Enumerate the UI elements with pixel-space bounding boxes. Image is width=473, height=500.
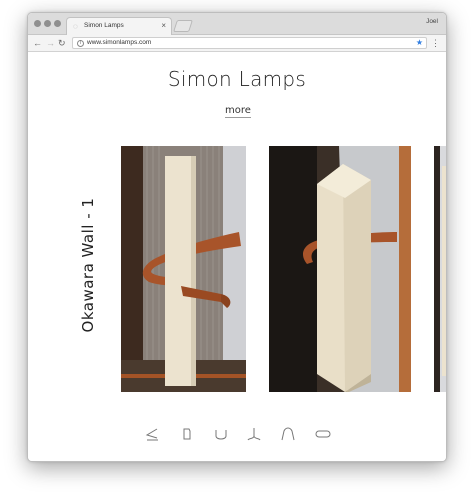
bookmark-star-icon[interactable]: ★ [416,38,423,48]
close-window-button[interactable] [34,20,41,27]
shape-icon-2[interactable] [181,426,193,442]
minimize-window-button[interactable] [44,20,51,27]
lamp-photo-angle[interactable] [269,146,411,392]
tab-simon-lamps[interactable]: ◌ Simon Lamps × [66,17,172,35]
address-bar[interactable]: i www.simonlamps.com ★ [72,37,427,49]
menu-icon[interactable]: ⋮ [431,37,440,49]
page-content: Simon Lamps more Okawara Wall - 1 [28,53,446,461]
page-title: Simon Lamps [167,67,307,91]
more-link[interactable]: more [225,105,251,118]
browser-window: ◌ Simon Lamps × Joel ← → ↻ i www.simonla… [27,12,447,462]
lamp-photo-front[interactable] [121,146,246,392]
url-text[interactable]: www.simonlamps.com [87,39,151,46]
browser-toolbar: ← → ↻ i www.simonlamps.com ★ ⋮ [28,35,446,52]
info-icon[interactable]: i [77,40,84,47]
new-tab-button[interactable] [173,20,193,32]
title-bar: ◌ Simon Lamps × Joel [28,13,446,35]
shape-icon-1[interactable] [144,426,160,442]
back-icon[interactable]: ← [33,37,42,49]
lamp-name: Okawara Wall - 1 [79,197,97,333]
profile-name[interactable]: Joel [426,18,438,25]
shape-icon-3[interactable] [214,426,228,442]
shape-icon-6[interactable] [314,426,332,442]
lamp-photo-partial[interactable] [434,146,446,392]
favicon-icon: ◌ [73,22,78,31]
reload-icon[interactable]: ↻ [58,37,66,49]
shape-icon-5[interactable] [280,426,296,442]
tab-title: Simon Lamps [84,22,124,29]
tab-close-button[interactable]: × [161,21,166,31]
shape-selector [28,426,446,442]
maximize-window-button[interactable] [54,20,61,27]
forward-icon[interactable]: → [46,37,55,49]
shape-icon-4[interactable] [246,426,262,442]
